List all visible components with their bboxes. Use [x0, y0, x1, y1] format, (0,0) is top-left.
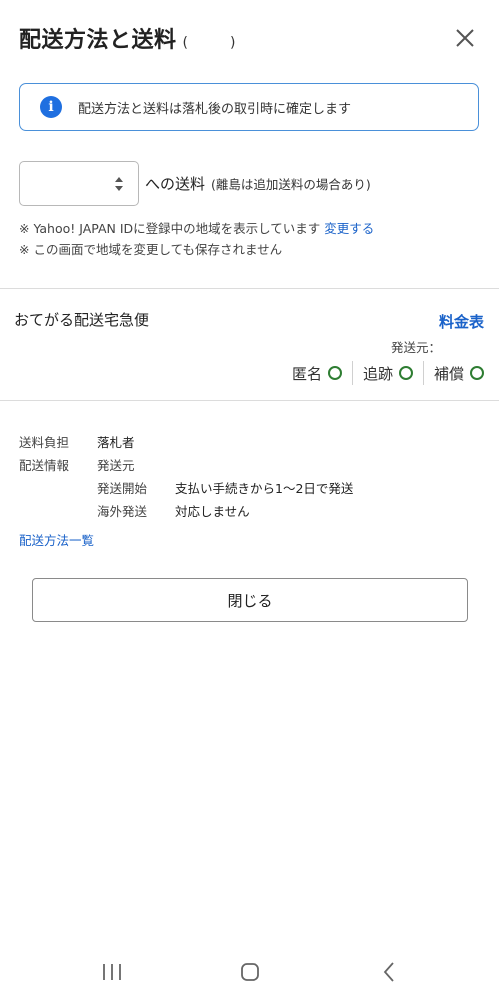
shipping-details: 送料負担 落札者 配送情報 発送元 発送開始 支払い手続きから1〜2日で発送 海外発送…: [19, 430, 353, 522]
close-button[interactable]: 閉じる: [32, 578, 468, 622]
divider: [0, 400, 499, 401]
info-notice: i 配送方法と送料は落札後の取引時に確定します: [19, 83, 479, 131]
note-not-saved: ※ この画面で地域を変更しても保存されません: [19, 242, 283, 257]
start-value: 支払い手続きから1〜2日で発送: [175, 481, 354, 496]
close-icon[interactable]: [451, 24, 479, 52]
overseas-label: 海外発送: [97, 504, 148, 519]
region-shipping-label: への送料: [145, 175, 206, 193]
title-region-placeholder: ( ): [182, 35, 236, 51]
shipping-methods-link[interactable]: 配送方法一覧: [19, 530, 94, 549]
region-notes: ※ Yahoo! JAPAN IDに登録中の地域を表示しています 変更する ※ …: [19, 218, 374, 260]
burden-label: 送料負担: [19, 435, 70, 450]
feature-compensation: 補償: [434, 363, 484, 384]
start-label: 発送開始: [97, 481, 148, 496]
rate-table-link[interactable]: 料金表: [439, 311, 484, 332]
divider: [0, 288, 499, 289]
feature-label: 匿名: [291, 364, 322, 383]
feature-list: 匿名 追跡 補償: [292, 361, 484, 385]
divider: [422, 361, 424, 385]
available-circle-icon: [327, 366, 342, 380]
updown-arrow-icon: [115, 177, 123, 191]
feature-label: 追跡: [362, 364, 393, 383]
recent-apps-icon[interactable]: [97, 957, 127, 987]
available-circle-icon: [398, 366, 413, 380]
info-label: 配送情報: [19, 458, 70, 473]
change-region-link[interactable]: 変更する: [324, 221, 374, 236]
island-note: (離島は追加送料の場合あり): [211, 177, 371, 192]
origin-sublabel: 発送元: [97, 458, 135, 473]
carrier-name: おてがる配送宅急便: [14, 311, 150, 329]
notice-text: 配送方法と送料は落札後の取引時に確定します: [78, 101, 352, 117]
feature-tracking: 追跡: [363, 363, 413, 384]
feature-anonymous: 匿名: [292, 363, 342, 384]
note-registered-region: ※ Yahoo! JAPAN IDに登録中の地域を表示しています: [19, 221, 321, 236]
divider: [351, 361, 353, 385]
origin-label: 発送元：: [390, 340, 441, 355]
available-circle-icon: [470, 366, 484, 380]
feature-label: 補償: [433, 364, 464, 383]
modal-header: 配送方法と送料 ( ): [19, 22, 485, 54]
region-row: への送料 (離島は追加送料の場合あり): [19, 161, 371, 206]
back-icon[interactable]: [374, 957, 404, 987]
system-navbar: [0, 945, 499, 999]
home-icon[interactable]: [235, 957, 265, 987]
info-icon: i: [40, 96, 62, 118]
region-select[interactable]: [19, 161, 139, 206]
burden-value: 落札者: [97, 435, 135, 450]
page-title: 配送方法と送料: [19, 28, 177, 53]
overseas-value: 対応しません: [175, 504, 250, 519]
